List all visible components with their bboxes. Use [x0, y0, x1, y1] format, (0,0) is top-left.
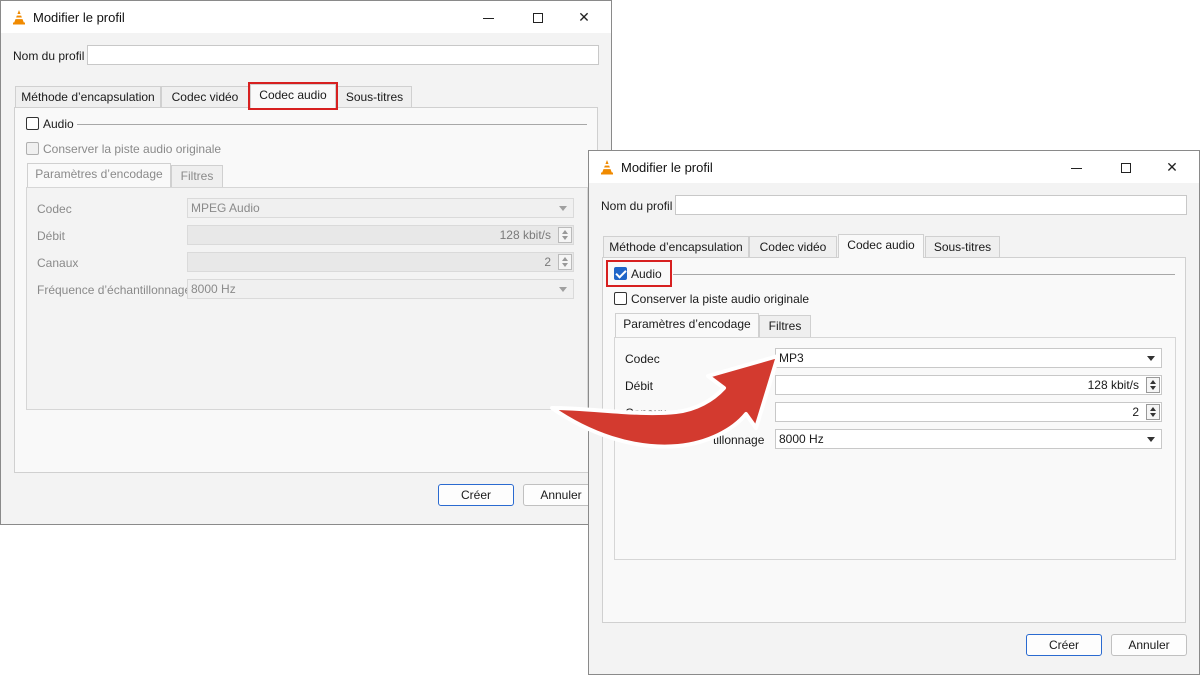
encoding-params-panel: Codec MPEG Audio Débit 128 kbit/s Canaux…	[26, 187, 588, 410]
channels-spinbox[interactable]: 2	[187, 252, 574, 272]
samplerate-select[interactable]: 8000 Hz	[775, 429, 1162, 449]
maximize-icon	[1121, 163, 1131, 174]
channels-label: Canaux	[37, 256, 79, 270]
separator	[77, 124, 587, 125]
audio-codec-panel: Audio Conserver la piste audio originale…	[14, 107, 598, 473]
subtab-filters[interactable]: Filtres	[171, 165, 223, 187]
tab-audio-codec[interactable]: Codec audio	[248, 82, 338, 110]
spin-arrows-icon[interactable]	[558, 254, 572, 270]
window-title: Modifier le profil	[33, 10, 125, 25]
maximize-button[interactable]	[1103, 151, 1149, 183]
tab-audio-codec[interactable]: Codec audio	[838, 234, 924, 258]
tab-encapsulation[interactable]: Méthode d’encapsulation	[15, 86, 161, 108]
sub-tabs: Paramètres d’encodage Filtres	[615, 313, 915, 337]
tab-subtitles[interactable]: Sous-titres	[337, 86, 412, 108]
maximize-icon	[533, 13, 543, 24]
sub-tabs: Paramètres d’encodage Filtres	[27, 163, 327, 187]
profile-name-label: Nom du profil	[601, 199, 673, 213]
vlc-cone-icon	[601, 160, 613, 175]
maximize-button[interactable]	[515, 1, 561, 33]
samplerate-select[interactable]: 8000 Hz	[187, 279, 574, 299]
bitrate-value: 128 kbit/s	[1087, 378, 1139, 392]
spin-arrows-icon[interactable]	[1146, 404, 1160, 420]
subtab-encoding-params[interactable]: Paramètres d’encodage	[27, 163, 171, 187]
vlc-cone-icon	[13, 10, 25, 25]
title-bar: Modifier le profil ✕	[1, 1, 611, 33]
title-bar: Modifier le profil ✕	[589, 151, 1199, 183]
minimize-icon	[1070, 167, 1082, 169]
keep-original-track-checkbox[interactable]	[26, 142, 39, 155]
close-button[interactable]: ✕	[561, 1, 607, 33]
close-icon: ✕	[1166, 159, 1178, 175]
subtab-encoding-params[interactable]: Paramètres d’encodage	[615, 313, 759, 337]
bitrate-label: Débit	[37, 229, 66, 243]
cancel-button[interactable]: Annuler	[1111, 634, 1187, 656]
tab-video-codec[interactable]: Codec vidéo	[161, 86, 249, 108]
codec-select[interactable]: MPEG Audio	[187, 198, 574, 218]
samplerate-value: 8000 Hz	[191, 282, 236, 296]
tab-subtitles[interactable]: Sous-titres	[925, 236, 1000, 258]
separator	[673, 274, 1175, 275]
profile-name-label: Nom du profil	[13, 49, 85, 63]
main-tabs: Méthode d’encapsulation Codec vidéo Code…	[603, 234, 1183, 258]
tab-encapsulation[interactable]: Méthode d’encapsulation	[603, 236, 749, 258]
keep-original-track-checkbox[interactable]	[614, 292, 627, 305]
subtab-filters[interactable]: Filtres	[759, 315, 811, 337]
bitrate-value: 128 kbit/s	[499, 228, 551, 242]
channels-value: 2	[1132, 405, 1139, 419]
profile-editor-window-left: Modifier le profil ✕ Nom du profil Métho…	[0, 0, 612, 525]
highlight-box	[606, 260, 672, 287]
codec-select[interactable]: MP3	[775, 348, 1162, 368]
channels-spinbox[interactable]: 2	[775, 402, 1162, 422]
tab-video-codec[interactable]: Codec vidéo	[749, 236, 837, 258]
codec-value: MPEG Audio	[191, 201, 260, 215]
spin-arrows-icon[interactable]	[1146, 377, 1160, 393]
chevron-down-icon	[559, 206, 567, 211]
chevron-down-icon	[1147, 356, 1155, 361]
close-icon: ✕	[578, 9, 590, 25]
chevron-down-icon	[1147, 437, 1155, 442]
samplerate-label: Fréquence d’échantillonnage	[37, 283, 192, 297]
channels-value: 2	[544, 255, 551, 269]
bitrate-spinbox[interactable]: 128 kbit/s	[775, 375, 1162, 395]
keep-original-track-label: Conserver la piste audio originale	[43, 142, 222, 156]
red-curved-arrow-icon	[550, 354, 780, 449]
audio-checkbox-label: Audio	[43, 117, 74, 131]
chevron-down-icon	[559, 287, 567, 292]
minimize-icon	[482, 17, 494, 19]
profile-name-input[interactable]	[87, 45, 599, 65]
codec-label: Codec	[37, 202, 72, 216]
bitrate-spinbox[interactable]: 128 kbit/s	[187, 225, 574, 245]
create-button[interactable]: Créer	[438, 484, 514, 506]
window-title: Modifier le profil	[621, 160, 713, 175]
keep-original-track-label: Conserver la piste audio originale	[631, 292, 810, 306]
spin-arrows-icon[interactable]	[558, 227, 572, 243]
minimize-button[interactable]	[1053, 151, 1099, 183]
audio-checkbox[interactable]	[26, 117, 39, 130]
main-tabs: Méthode d’encapsulation Codec vidéo Code…	[15, 82, 595, 110]
profile-name-input[interactable]	[675, 195, 1187, 215]
close-button[interactable]: ✕	[1149, 151, 1195, 183]
minimize-button[interactable]	[465, 1, 511, 33]
create-button[interactable]: Créer	[1026, 634, 1102, 656]
